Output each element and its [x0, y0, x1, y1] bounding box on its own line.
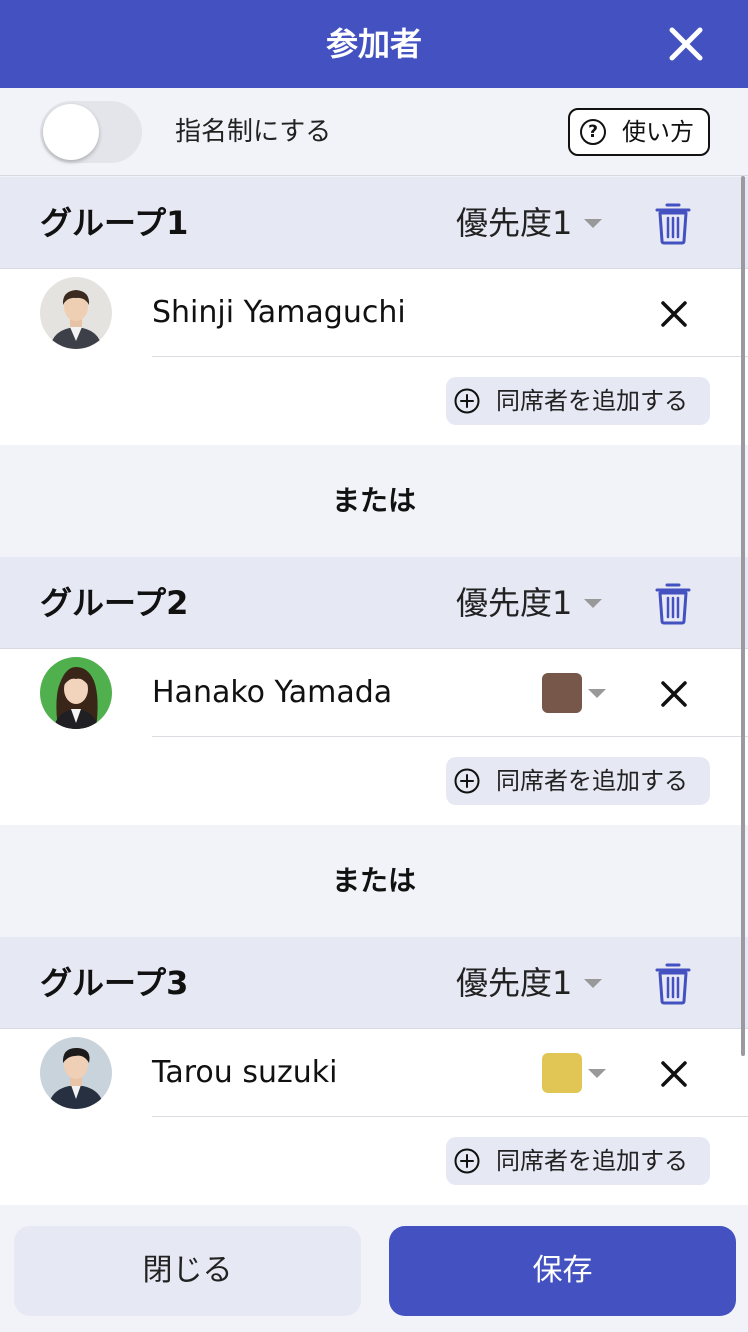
- caret-down-icon: [584, 979, 602, 988]
- divider: [152, 736, 748, 737]
- help-icon: ?: [580, 119, 606, 145]
- or-separator: または: [0, 445, 748, 557]
- plus-circle-icon: [454, 768, 480, 794]
- group-header: グループ1 優先度1: [0, 177, 748, 269]
- footer-bar: 閉じる 保存: [0, 1206, 748, 1332]
- member-row: Tarou suzuki: [0, 1029, 748, 1117]
- group-header: グループ2 優先度1: [0, 557, 748, 649]
- caret-down-icon: [584, 599, 602, 608]
- header-bar: 参加者: [0, 0, 748, 88]
- nomination-row: 指名制にする ? 使い方: [0, 88, 748, 176]
- close-icon[interactable]: [660, 1060, 688, 1088]
- or-separator: または: [0, 825, 748, 937]
- howto-label: 使い方: [622, 118, 694, 146]
- group-title: グループ2: [40, 584, 189, 622]
- add-companion-label: 同席者を追加する: [496, 767, 688, 795]
- caret-down-icon: [588, 1069, 606, 1078]
- close-icon[interactable]: [664, 22, 708, 66]
- divider: [152, 356, 748, 357]
- avatar: [40, 657, 112, 729]
- plus-circle-icon: [454, 388, 480, 414]
- group-title: グループ1: [40, 204, 189, 242]
- add-companion-button[interactable]: 同席者を追加する: [446, 1137, 710, 1185]
- howto-button[interactable]: ? 使い方: [568, 108, 710, 156]
- toggle-knob: [43, 104, 99, 160]
- priority-select[interactable]: 優先度1: [456, 557, 572, 649]
- plus-circle-icon: [454, 1148, 480, 1174]
- nomination-toggle[interactable]: [40, 101, 142, 163]
- color-swatch[interactable]: [542, 1053, 582, 1093]
- member-name: Shinji Yamaguchi: [152, 295, 406, 330]
- color-swatch[interactable]: [542, 673, 582, 713]
- member-name: Tarou suzuki: [152, 1055, 338, 1090]
- nomination-label: 指名制にする: [175, 117, 332, 147]
- member-row: Shinji Yamaguchi: [0, 269, 748, 357]
- save-button[interactable]: 保存: [389, 1226, 736, 1316]
- avatar: [40, 277, 112, 349]
- group-title: グループ3: [40, 964, 189, 1002]
- group-body: Shinji Yamaguchi 同席者を追加する: [0, 269, 748, 445]
- trash-icon[interactable]: [654, 581, 692, 625]
- avatar: [40, 1037, 112, 1109]
- trash-icon[interactable]: [654, 961, 692, 1005]
- add-companion-label: 同席者を追加する: [496, 1147, 688, 1175]
- group-body: Hanako Yamada 同席者を追加する: [0, 649, 748, 825]
- caret-down-icon: [588, 689, 606, 698]
- close-icon[interactable]: [660, 300, 688, 328]
- add-companion-button[interactable]: 同席者を追加する: [446, 377, 710, 425]
- priority-select[interactable]: 優先度1: [456, 937, 572, 1029]
- member-row: Hanako Yamada: [0, 649, 748, 737]
- caret-down-icon: [584, 219, 602, 228]
- page-title: 参加者: [325, 25, 422, 63]
- priority-select[interactable]: 優先度1: [456, 177, 572, 269]
- group-header: グループ3 優先度1: [0, 937, 748, 1029]
- divider: [152, 1116, 748, 1117]
- trash-icon[interactable]: [654, 201, 692, 245]
- close-icon[interactable]: [660, 680, 688, 708]
- scrollbar[interactable]: [741, 176, 745, 1056]
- member-name: Hanako Yamada: [152, 675, 393, 710]
- close-button[interactable]: 閉じる: [14, 1226, 361, 1316]
- add-companion-button[interactable]: 同席者を追加する: [446, 757, 710, 805]
- add-companion-label: 同席者を追加する: [496, 387, 688, 415]
- group-body: Tarou suzuki 同席者を追加する: [0, 1029, 748, 1205]
